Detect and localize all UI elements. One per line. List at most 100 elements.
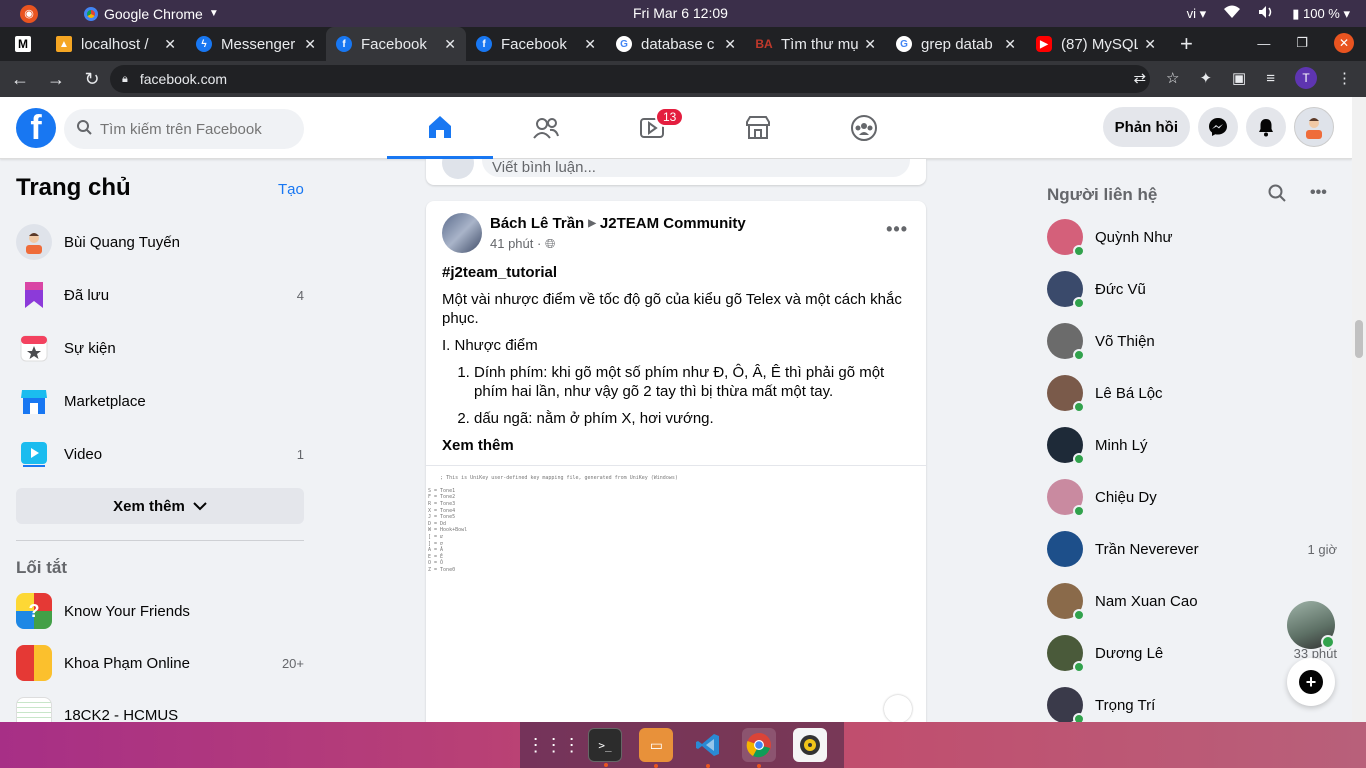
contact-item[interactable]: Chiệu Dy <box>1047 475 1337 519</box>
sidebar-item-video[interactable]: Video 1 <box>16 432 304 476</box>
sidebar-item-events[interactable]: Sự kiện <box>16 326 304 370</box>
search-icon[interactable] <box>1268 184 1286 207</box>
facebook-icon: f <box>336 36 352 52</box>
create-link[interactable]: Tạo <box>278 181 304 198</box>
new-tab-button[interactable]: + <box>1166 27 1207 61</box>
tab-youtube-mysql[interactable]: ▶ (87) MySQL ✕ <box>1026 27 1166 61</box>
post-options-button[interactable]: ••• <box>886 219 908 240</box>
tab-label: Facebook <box>501 35 567 53</box>
chat-head-avatar[interactable] <box>1287 601 1335 649</box>
author-name[interactable]: Bách Lê Trần <box>490 215 584 232</box>
nav-marketplace[interactable] <box>705 97 811 159</box>
contact-item[interactable]: Quỳnh Như <box>1047 215 1337 259</box>
contact-item[interactable]: Đức Vũ <box>1047 267 1337 311</box>
nav-watch[interactable]: 13 <box>599 97 705 159</box>
language-indicator[interactable]: vi ▾ <box>1187 6 1207 22</box>
tab-messenger[interactable]: ϟ Messenger ✕ <box>186 27 326 61</box>
maximize-icon[interactable]: ❐ <box>1296 35 1308 51</box>
translate-icon[interactable]: ⇄ <box>1133 69 1146 87</box>
close-icon[interactable]: ✕ <box>1004 36 1016 53</box>
online-indicator <box>1073 661 1085 673</box>
chrome-menu-icon[interactable]: ⋮ <box>1337 69 1352 87</box>
tab-strip: M ▲ localhost / ✕ ϟ Messenger ✕ f Facebo… <box>0 27 1366 61</box>
tab-label: Messenger <box>221 35 296 53</box>
nav-friends[interactable] <box>493 97 599 159</box>
account-avatar[interactable] <box>1294 107 1334 147</box>
marketplace-icon <box>746 116 770 139</box>
vscode-icon[interactable] <box>691 728 725 768</box>
page-scrollbar[interactable] <box>1352 97 1366 722</box>
close-icon[interactable]: ✕ <box>304 36 316 53</box>
shortcut-know-your-friends[interactable]: ? Know Your Friends <box>16 589 304 633</box>
contact-item[interactable]: Võ Thiện <box>1047 319 1337 363</box>
contact-item[interactable]: Trần Neverever 1 giờ <box>1047 527 1337 571</box>
tab-facebook[interactable]: f Facebook ✕ <box>466 27 606 61</box>
sidebar-item-marketplace[interactable]: Marketplace <box>16 379 304 423</box>
media-control-icon[interactable]: ≡ <box>1266 70 1275 87</box>
sidebar-item-profile[interactable]: Bùi Quang Tuyến <box>16 220 304 264</box>
shortcut-label: 18CK2 - HCMUS <box>64 706 179 723</box>
feedback-button[interactable]: Phản hồi <box>1102 107 1190 147</box>
search-input[interactable] <box>100 120 290 138</box>
search-box[interactable] <box>64 109 304 149</box>
contact-item[interactable]: Lê Bá Lộc <box>1047 371 1337 415</box>
see-more-link[interactable]: Xem thêm <box>442 436 912 455</box>
clock[interactable]: Fri Mar 6 12:09 <box>633 5 728 21</box>
chrome-icon[interactable] <box>741 728 776 768</box>
sidebar-item-saved[interactable]: Đã lưu 4 <box>16 273 304 317</box>
shortcut-khoa-pham[interactable]: Khoa Phạm Online 20+ <box>16 641 304 685</box>
minimize-icon[interactable]: — <box>1257 36 1270 51</box>
tab-facebook-active[interactable]: f Facebook ✕ <box>326 27 466 61</box>
close-icon[interactable]: ✕ <box>444 36 456 53</box>
shortcut-18ck2[interactable]: 18CK2 - HCMUS <box>16 693 304 722</box>
new-message-button[interactable]: + <box>1287 658 1335 706</box>
tab-grep-database[interactable]: G grep datab ✕ <box>886 27 1026 61</box>
see-more-button[interactable]: Xem thêm <box>16 488 304 524</box>
back-button[interactable]: ← <box>4 69 36 90</box>
post-time[interactable]: 41 phút · <box>490 236 545 251</box>
profile-avatar[interactable]: T <box>1295 67 1317 89</box>
extension-icon[interactable]: ✦ <box>1199 69 1212 87</box>
tab-google-database[interactable]: G database c ✕ <box>606 27 746 61</box>
close-icon[interactable]: ✕ <box>164 36 176 53</box>
tab-localhost[interactable]: ▲ localhost / ✕ <box>46 27 186 61</box>
battery-indicator[interactable]: ▮ 100 % ▾ <box>1292 6 1350 22</box>
app-menu[interactable]: Google Chrome ▼ <box>84 6 219 22</box>
author-avatar[interactable] <box>442 213 482 253</box>
ubuntu-icon[interactable]: ◉ <box>20 4 38 23</box>
image-text: ; This is UniKey user-defined key mappin… <box>428 474 678 573</box>
tab-medium[interactable]: M <box>0 27 46 61</box>
url-text[interactable]: facebook.com <box>140 71 227 87</box>
group-name[interactable]: J2TEAM Community <box>600 215 746 232</box>
hashtag-link[interactable]: #j2team_tutorial <box>442 263 912 282</box>
close-icon[interactable]: ✕ <box>864 36 876 53</box>
more-options-icon[interactable]: ••• <box>1310 184 1327 207</box>
messenger-button[interactable] <box>1198 107 1238 147</box>
scrollbar-thumb[interactable] <box>1355 320 1363 358</box>
image-options-button[interactable] <box>884 695 912 723</box>
bookmark-star-icon[interactable]: ☆ <box>1166 69 1179 87</box>
facebook-logo[interactable]: f <box>16 108 56 148</box>
close-icon[interactable]: ✕ <box>1144 36 1156 53</box>
address-bar[interactable]: 🔒︎ facebook.com <box>110 65 1150 93</box>
terminal-icon[interactable]: >_ <box>587 728 622 767</box>
close-icon[interactable]: ✕ <box>584 36 596 53</box>
system-tray[interactable]: vi ▾ ▮ 100 % ▾ <box>1187 5 1350 22</box>
picture-in-picture-icon[interactable]: ▣ <box>1232 69 1246 87</box>
window-close-icon[interactable]: ✕ <box>1334 33 1354 53</box>
nav-groups[interactable] <box>811 97 917 159</box>
music-player-icon[interactable] <box>793 728 828 762</box>
app-grid-icon[interactable]: ⋮⋮⋮ <box>527 728 581 762</box>
facebook-header: f 13 Phản hồi <box>0 97 1352 159</box>
reload-button[interactable]: ↻ <box>76 69 108 90</box>
forward-button[interactable]: → <box>40 69 72 90</box>
tab-tim-thu-muc[interactable]: BA Tìm thư mụ ✕ <box>746 27 886 61</box>
nav-home[interactable] <box>387 97 493 159</box>
post-image[interactable]: ; This is UniKey user-defined key mappin… <box>426 465 926 741</box>
files-icon[interactable]: ▭ <box>639 728 674 768</box>
contact-item[interactable]: Minh Lý <box>1047 423 1337 467</box>
comment-input[interactable]: Viết bình luận... <box>482 159 910 177</box>
lock-icon[interactable]: 🔒︎ <box>122 73 128 86</box>
notifications-button[interactable] <box>1246 107 1286 147</box>
close-icon[interactable]: ✕ <box>724 36 736 53</box>
